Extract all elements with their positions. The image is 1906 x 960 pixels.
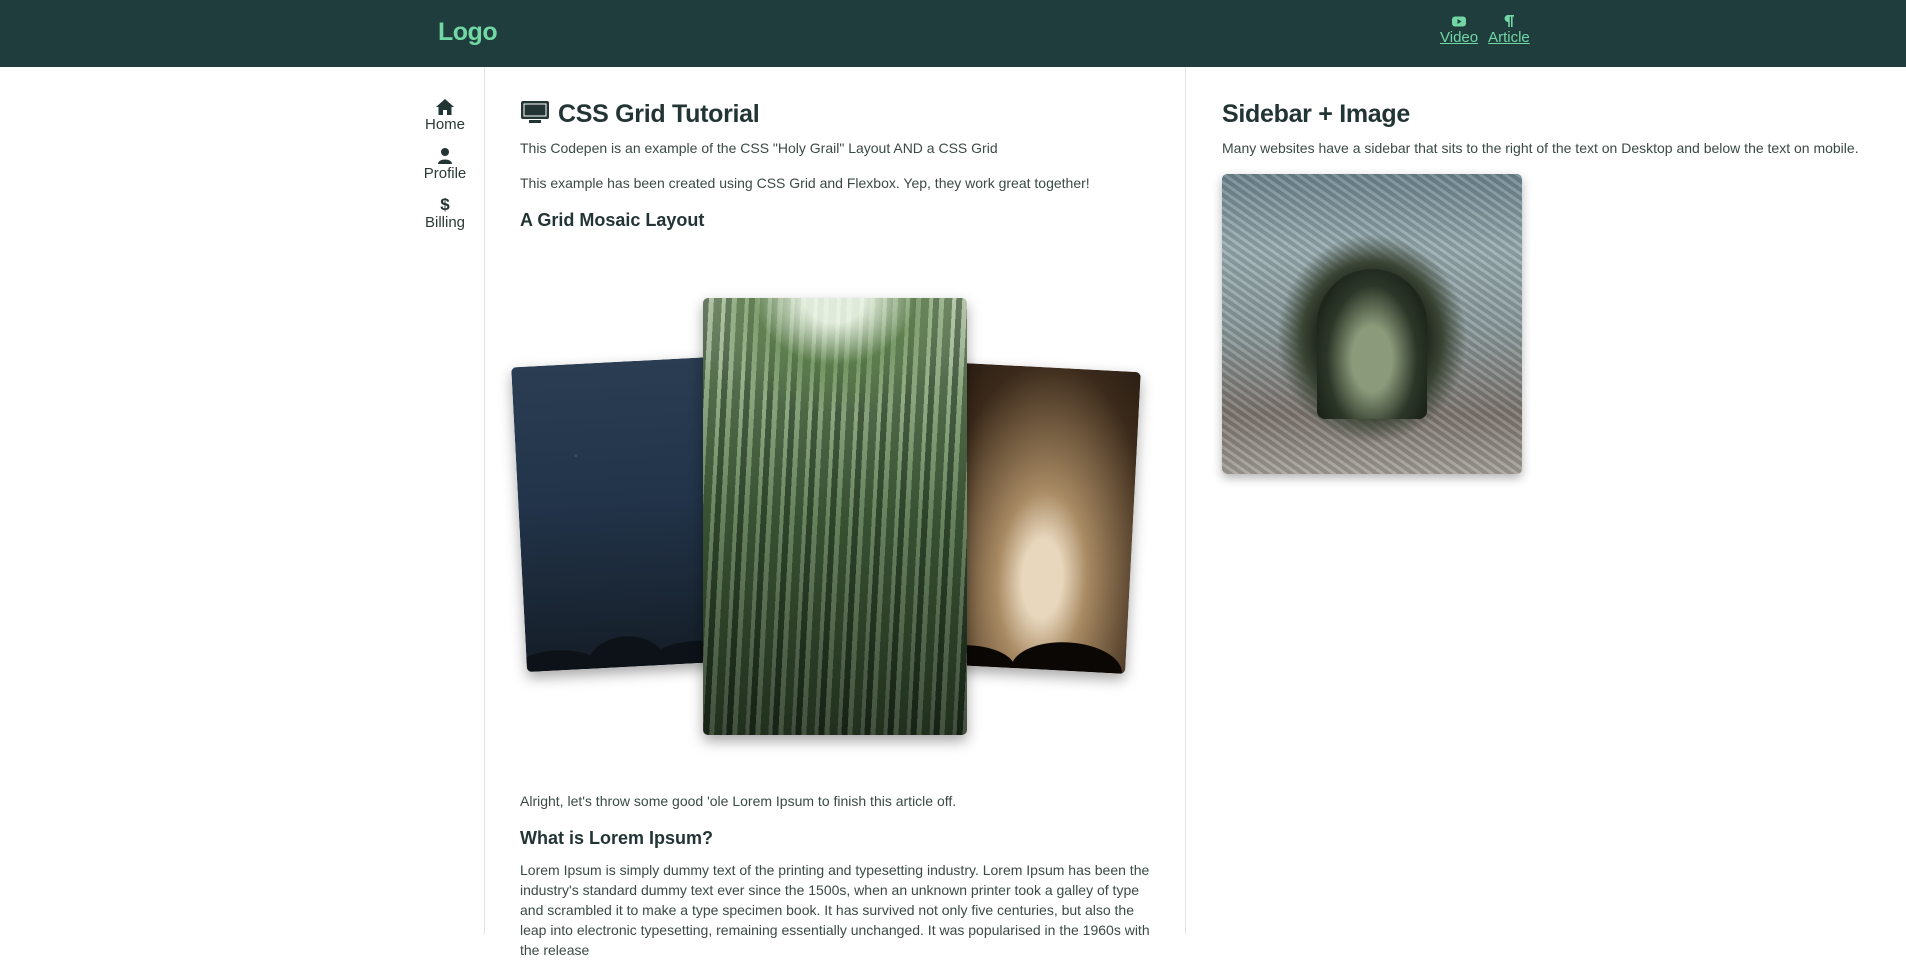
divider-right (1185, 67, 1186, 934)
mosaic-heading: A Grid Mosaic Layout (520, 210, 705, 230)
left-nav: Home Profile $ Billing (420, 98, 470, 245)
sidebar-item-label: Profile (423, 165, 467, 182)
mosaic-photo-bamboo (703, 298, 967, 735)
outro-paragraph: Alright, let's throw some good 'ole Lore… (520, 793, 957, 809)
intro-paragraph-2: This example has been created using CSS … (520, 175, 1090, 191)
youtube-icon (1452, 13, 1467, 29)
sidebar-image-rock-arch (1222, 174, 1522, 474)
sidebar-text: Many websites have a sidebar that sits t… (1222, 140, 1859, 156)
paragraph-icon (1504, 13, 1514, 29)
main-content: CSS Grid Tutorial (520, 98, 1160, 130)
sidebar-item-billing[interactable]: $ Billing (420, 195, 470, 231)
sidebar-item-label: Home (424, 116, 465, 133)
sidebar-item-profile[interactable]: Profile (420, 147, 470, 182)
divider-left (484, 67, 485, 934)
home-icon (436, 98, 454, 116)
intro-paragraph-1: This Codepen is an example of the CSS "H… (520, 140, 998, 156)
mosaic-photo-night-sky (511, 356, 727, 673)
lorem-heading: What is Lorem Ipsum? (520, 828, 714, 848)
nav-article-label: Article (1488, 29, 1530, 46)
lorem-paragraph: Lorem Ipsum is simply dummy text of the … (520, 862, 1150, 958)
user-icon (438, 147, 452, 165)
monitor-icon (520, 100, 550, 129)
sidebar-title: Sidebar + Image (1222, 100, 1410, 128)
logo[interactable]: Logo (438, 18, 498, 47)
sidebar-item-label: Billing (424, 214, 466, 231)
page-title: CSS Grid Tutorial (558, 99, 760, 128)
sidebar-item-home[interactable]: Home (420, 98, 470, 133)
nav-video-label: Video (1440, 29, 1479, 46)
dollar-icon: $ (440, 195, 450, 214)
top-header: Logo Video Article (0, 0, 1906, 67)
nav-article-link[interactable]: Article (1488, 13, 1530, 46)
nav-video-link[interactable]: Video (1440, 13, 1478, 46)
page-title-row: CSS Grid Tutorial (520, 98, 1160, 130)
top-nav: Video Article (1440, 13, 1530, 46)
